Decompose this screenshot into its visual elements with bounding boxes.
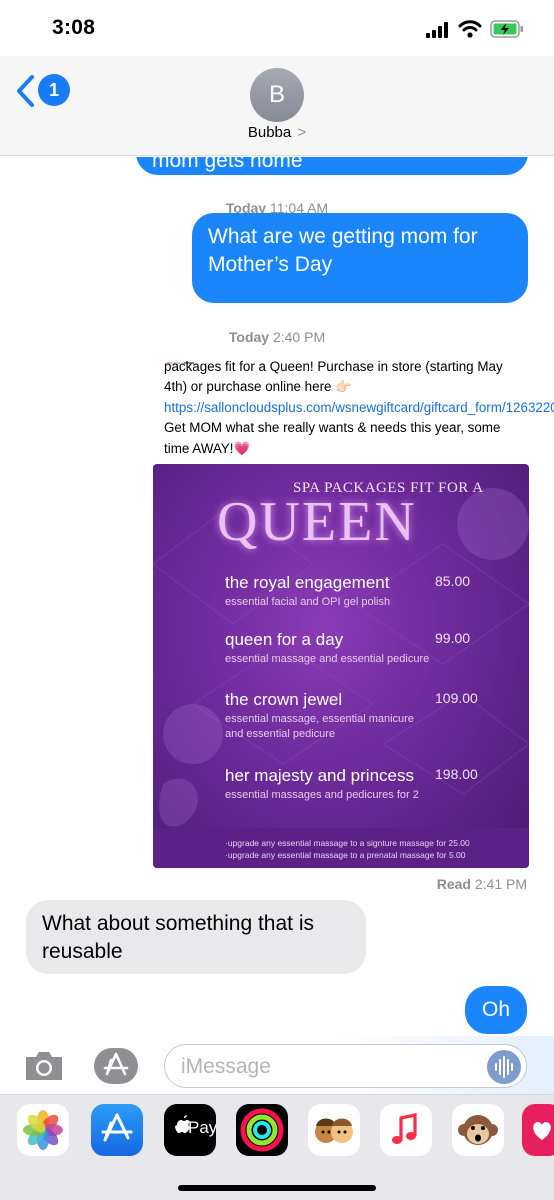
- package-item: the royal engagement 85.00 essential fac…: [225, 573, 515, 610]
- chevron-right-icon: >: [297, 124, 307, 141]
- app-store-icon: [103, 1052, 129, 1076]
- contact-name-button[interactable]: Bubba >: [0, 124, 554, 141]
- read-label: Read: [436, 876, 471, 892]
- back-button[interactable]: 1: [14, 72, 74, 112]
- package-description: essential facial and OPI gel polish: [225, 596, 391, 608]
- package-item: the crown jewel 109.00 essential massage…: [225, 690, 515, 742]
- shared-post-text[interactable]: packages fit for a Queen! Purchase in st…: [164, 357, 554, 459]
- outgoing-message-partial[interactable]: mom gets home: [136, 157, 528, 175]
- conversation-header: 1 B Bubba >: [0, 56, 554, 156]
- package-name: queen for a day: [225, 630, 344, 649]
- unread-count-badge: 1: [38, 74, 70, 106]
- chevron-left-icon: [17, 75, 34, 107]
- animoji-icon[interactable]: [452, 1104, 504, 1156]
- message-text: mom gets home: [152, 157, 303, 172]
- wifi-icon: [458, 20, 482, 38]
- status-time: 3:08: [52, 16, 96, 39]
- outgoing-message[interactable]: Oh: [465, 986, 527, 1034]
- timestamp-time: 2:40 PM: [272, 329, 326, 345]
- post-text: packages fit for a Queen! Purchase in st…: [164, 359, 503, 395]
- apple-pay-icon[interactable]: Pay: [164, 1104, 216, 1156]
- camera-icon[interactable]: [23, 1049, 65, 1083]
- package-description: essential massage and essential pedicure: [225, 653, 430, 665]
- incoming-message[interactable]: What about something that is reusable: [26, 900, 366, 974]
- home-indicator[interactable]: [178, 1185, 376, 1191]
- app-store-icon[interactable]: [91, 1104, 143, 1156]
- timestamp: Today 2:40 PM: [0, 329, 554, 345]
- cellular-signal-icon: [426, 22, 448, 38]
- package-description: essential massages and pedicures for 2: [225, 789, 419, 801]
- contact-name: Bubba: [247, 124, 292, 141]
- message-input[interactable]: [181, 1053, 481, 1081]
- status-bar: 3:08: [0, 0, 554, 56]
- package-item: her majesty and princess 198.00 essentia…: [225, 766, 515, 803]
- message-list[interactable]: mom gets home Today 11:04 AM What are we…: [0, 157, 554, 1037]
- spa-flyer-image[interactable]: SPA PACKAGES FIT FOR A QUEEN the royal e…: [153, 464, 529, 868]
- message-field[interactable]: [164, 1044, 527, 1088]
- package-price: 85.00: [435, 573, 471, 589]
- flyer-footer: ·upgrade any essential massage to a sign…: [153, 828, 529, 868]
- read-time: 2:41 PM: [474, 876, 527, 892]
- music-icon[interactable]: [380, 1104, 432, 1156]
- package-name: the royal engagement: [225, 573, 390, 592]
- activity-icon[interactable]: [236, 1104, 288, 1156]
- photos-icon[interactable]: [17, 1104, 69, 1156]
- package-price: 198.00: [435, 766, 478, 782]
- waveform-icon: [495, 1056, 513, 1078]
- upgrade-note: ·upgrade any essential massage to a sign…: [225, 838, 470, 848]
- package-description: essential massage, essential manicure an…: [225, 713, 414, 740]
- battery-charging-icon: [490, 20, 523, 38]
- audio-message-button[interactable]: [487, 1050, 521, 1084]
- memoji-icon[interactable]: [308, 1104, 360, 1156]
- outgoing-message[interactable]: What are we getting mom for Mother’s Day: [192, 213, 528, 303]
- digital-touch-icon[interactable]: [522, 1104, 554, 1156]
- read-receipt: Read 2:41 PM: [437, 876, 527, 892]
- package-item: queen for a day 99.00 essential massage …: [225, 630, 515, 667]
- package-price: 109.00: [435, 690, 478, 706]
- flyer-title: QUEEN: [217, 491, 417, 553]
- app-store-button[interactable]: [94, 1048, 138, 1084]
- post-link[interactable]: https://salloncloudsplus.com/wsnewgiftca…: [164, 400, 554, 415]
- contact-avatar[interactable]: B: [250, 68, 304, 122]
- upgrade-note: ·upgrade any essential massage to a pren…: [225, 850, 466, 860]
- app-drawer: Pay: [0, 1094, 554, 1200]
- package-price: 99.00: [435, 630, 471, 646]
- timestamp-day: Today: [228, 329, 270, 345]
- apple-pay-label: Pay: [188, 1118, 216, 1137]
- message-input-bar: [0, 1036, 554, 1094]
